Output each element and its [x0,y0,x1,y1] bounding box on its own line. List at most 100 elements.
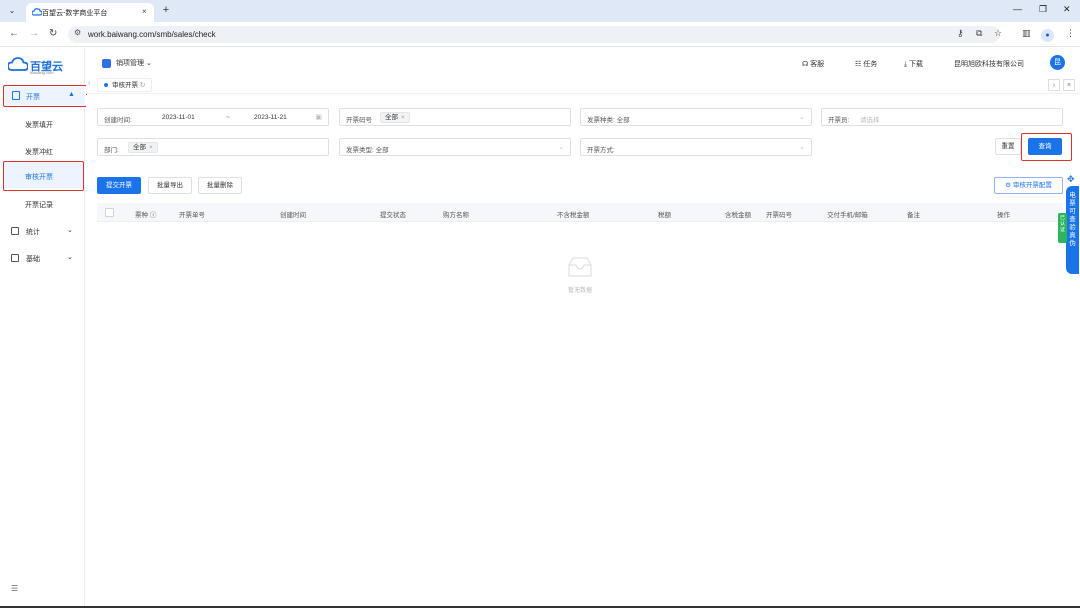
browser-tab[interactable]: 百望云-数字商业平台 × [26,3,154,22]
issuer-placeholder: 请选择 [860,117,880,124]
close-tabs-icon[interactable]: × [1063,79,1075,91]
code-label: 开票码号 [346,117,372,124]
page-tabs-bar: ‹ 审核开票 ↻ › × [86,76,1080,94]
chevron-down-icon: ⌄ [67,254,73,261]
floating-helper-text: 电票可查验真伪 [1069,192,1076,247]
logo-subtitle: baiwang.com [30,70,54,75]
product-label: 销项管理 [116,60,144,67]
column-header: 提交状态 [380,212,406,219]
issuer-select[interactable]: 开票员: 请选择 [821,108,1063,126]
issuer-label: 开票员: [828,117,850,124]
sidebar-item-invoice-records[interactable]: 开票记录 [25,200,53,210]
department-select[interactable]: 部门: 全部 × [97,138,329,156]
tasks-label: 任务 [863,61,878,68]
collapse-sidebar-icon[interactable]: ☰ [11,584,18,593]
invoice-code-select[interactable]: 开票码号 全部 × [339,108,571,126]
submit-invoicing-button[interactable]: 提交开票 [97,177,141,194]
settings-icon: ⚙ [1005,182,1011,189]
highlight-box [1021,133,1072,161]
tab-title: 百望云-数字商业平台 [42,10,108,17]
sidebar: 百望云 baiwang.com 开票 ▲ 发票填开 发票冲红 审核开票 开票记录… [0,48,85,608]
back-icon[interactable]: ← [9,28,19,39]
create-time-label: 创建时间: [104,117,132,124]
column-header: 开票码号 [766,212,792,219]
reset-button[interactable]: 重置 [995,138,1021,155]
chevron-left-icon[interactable]: ‹ [88,80,90,87]
issue-method-label: 开票方式: [587,147,615,154]
chevron-down-icon: ⌄ [67,227,73,234]
tasks-link[interactable]: ☷ 任务 [855,59,877,69]
install-app-icon[interactable]: ⧉ [976,28,982,39]
column-header: 购方名称 [443,212,469,219]
date-end-input[interactable]: 2023-11-21 [254,114,287,121]
column-header: 备注 [907,212,920,219]
user-avatar[interactable]: 昆 [1050,55,1065,70]
chevron-down-icon: ⌄ [558,144,564,151]
chip-label: 全部 [133,144,146,151]
site-settings-icon[interactable]: ⚙ [74,28,81,37]
empty-state-text: 暂无数据 [567,288,592,294]
info-icon: ⓘ [149,212,157,219]
grid-icon [11,254,19,262]
chevron-down-icon: ⌄ [799,114,805,121]
more-menu-icon[interactable]: ⋮ [1066,28,1075,39]
chevron-right-icon[interactable]: › [1048,79,1060,91]
audit-config-button[interactable]: ⚙ 审核开票配置 [994,177,1063,194]
dept-label: 部门: [104,147,119,154]
sidebar-group-label: 基础 [26,256,40,263]
empty-box-icon [568,257,592,277]
password-key-icon[interactable]: ⚷ [957,28,964,39]
new-tab-icon[interactable]: + [160,5,172,17]
customer-service-link[interactable]: ☊ 客服 [802,59,824,69]
calendar-icon: ▣ [315,114,322,121]
code-chip[interactable]: 全部 × [380,112,410,123]
url-text: work.baiwang.com/smb/sales/check [88,30,216,39]
bookmark-star-icon[interactable]: ☆ [994,28,1002,39]
table-header: 票种 ⓘ 开票单号 创建时间 提交状态 购方名称 不含税金额 税额 含税金额 开… [97,203,1063,222]
service-label: 客服 [810,61,825,68]
dept-chip[interactable]: 全部 × [128,142,158,153]
chevron-down-icon: ⌄ [799,144,805,151]
batch-delete-button[interactable]: 批量删除 [198,177,242,194]
minimize-icon[interactable]: — [1013,4,1022,14]
active-dot-icon [104,83,108,88]
restore-icon[interactable]: ❐ [1039,4,1047,15]
tab-close-icon[interactable]: × [142,7,147,16]
window-close-icon[interactable]: ✕ [1063,4,1071,15]
sidebar-group-statistics[interactable]: 统计 ⌄ [11,225,81,237]
floating-helper[interactable]: 电票可查验真伪 [1066,186,1079,274]
chip-close-icon[interactable]: × [401,114,405,121]
tab-search-icon[interactable]: ⌄ [6,5,18,17]
create-time-range[interactable]: 创建时间: 2023-11-01 ~ 2023-11-21 ▣ [97,108,329,126]
issue-method-select[interactable]: 开票方式: ⌄ [580,138,812,156]
reload-icon[interactable]: ↻ [49,28,57,39]
invoice-type-select[interactable]: 发票类型: 全部 ⌄ [339,138,571,156]
sidebar-group-basics[interactable]: 基础 ⌄ [11,252,81,264]
sidebar-group-label: 统计 [26,229,40,236]
highlight-box [3,161,84,191]
date-start-input[interactable]: 2023-11-01 [162,114,195,121]
profile-avatar-icon[interactable]: ● [1041,29,1054,42]
product-switcher[interactable]: 销项管理 ⌄ [102,58,152,68]
address-bar[interactable]: ⚙ work.baiwang.com/smb/sales/check [68,26,1000,43]
invoice-type-label: 发票类型: 全部 [346,147,389,154]
batch-export-button[interactable]: 批量导出 [148,177,192,194]
chip-close-icon[interactable]: × [149,144,153,151]
sidebar-item-invoice-fill[interactable]: 发票填开 [25,120,53,130]
drag-move-icon[interactable]: ✥ [1067,174,1075,185]
invoice-kind-label: 发票种类: 全部 [587,117,630,124]
select-all-checkbox[interactable] [105,208,114,217]
browser-tab-bar: ⌄ 百望云-数字商业平台 × + — ❐ ✕ [0,0,1080,22]
page-tab-audit[interactable]: 审核开票 ↻ [97,78,153,92]
invoice-kind-select[interactable]: 发票种类: 全部 ⌄ [580,108,812,126]
company-name[interactable]: 昆明旭欧科技有限公司 [954,59,1024,69]
side-panel-icon[interactable]: ▥ [1022,28,1031,39]
download-icon: ⤓ [904,61,908,68]
forward-icon[interactable]: → [29,28,39,39]
main-content: 创建时间: 2023-11-01 ~ 2023-11-21 ▣ 开票码号 全部 ×… [86,95,1080,608]
sidebar-item-red-invoice[interactable]: 发票冲红 [25,147,53,157]
task-icon: ☷ [855,61,862,68]
download-link[interactable]: ⤓ 下载 [904,59,923,69]
refresh-icon[interactable]: ↻ [140,82,145,89]
top-header: 销项管理 ⌄ ☊ 客服 ☷ 任务 ⤓ 下载 昆明旭欧科技有限公司 昆 [86,48,1080,76]
